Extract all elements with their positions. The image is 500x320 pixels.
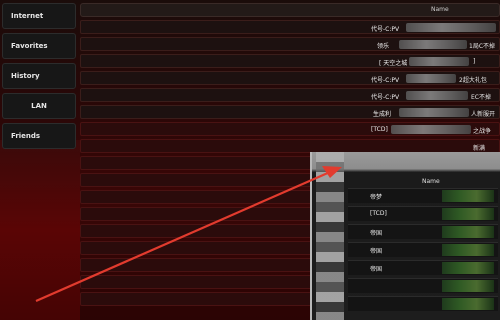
server-name-tail: 1局C不掉 [469, 43, 496, 50]
overlay-server-row[interactable]: 帝国 [348, 260, 498, 275]
sidebar-item-history[interactable]: History [2, 63, 76, 89]
server-name-tail: ] [473, 58, 476, 65]
server-name: 代号-C:PV [371, 94, 400, 101]
overlay-server-row[interactable]: 帝国 [348, 242, 498, 257]
server-name-tail: 人新服开 [471, 111, 496, 118]
server-row[interactable]: 生成利 人新服开 [80, 105, 500, 119]
background-glow [0, 140, 80, 320]
overlay-server-name: [TCD] [370, 210, 387, 217]
server-name: 代号-C:PV [371, 26, 400, 33]
overlay-sidebar-strip [316, 152, 344, 320]
blurred-text [391, 125, 471, 134]
overlay-server-name: 帝国 [370, 266, 383, 273]
blurred-text [406, 74, 456, 83]
sidebar-item-label: Internet [11, 12, 44, 20]
overlay-server-name: 帝国 [370, 248, 383, 255]
server-row[interactable]: 代号-C:PV EC不掉 [80, 88, 500, 102]
blurred-image [442, 208, 494, 220]
server-row[interactable]: 新满 [80, 139, 500, 153]
server-name: 代号-C:PV [371, 77, 400, 84]
blurred-text [409, 57, 469, 66]
overlay-server-row[interactable] [348, 296, 498, 311]
server-name: 生成利 [373, 111, 392, 118]
overlay-server-row[interactable]: [TCD] [348, 206, 498, 221]
sidebar: Internet Favorites History LAN Friends [2, 3, 76, 153]
sidebar-item-favorites[interactable]: Favorites [2, 33, 76, 59]
server-name-tail: EC不掉 [471, 94, 491, 101]
sidebar-item-friends[interactable]: Friends [2, 123, 76, 149]
blurred-image [442, 190, 494, 202]
sidebar-item-lan[interactable]: LAN [2, 93, 76, 119]
sidebar-item-label: Friends [11, 132, 41, 140]
server-name-tail: 之战争 [473, 128, 492, 135]
server-name: 领乐 [377, 43, 390, 50]
server-name-tail: 新满 [473, 145, 486, 152]
server-row[interactable]: [ 天空之城 ] [80, 54, 500, 68]
sidebar-item-internet[interactable]: Internet [2, 3, 76, 29]
blurred-image [442, 280, 494, 292]
blurred-text [399, 108, 469, 117]
overlay-server-name: 帝国 [370, 230, 383, 237]
blurred-image [442, 262, 494, 274]
server-row[interactable]: 领乐 1局C不掉 [80, 37, 500, 51]
blurred-text [406, 23, 496, 32]
server-row[interactable]: 代号-C:PV 2超大礼包 [80, 71, 500, 85]
server-name: [ 天空之城 [379, 60, 408, 67]
blurred-text [406, 91, 468, 100]
blurred-image [442, 298, 494, 310]
overlay-server-row[interactable]: 帝国 [348, 224, 498, 239]
server-name: [TCD] [371, 126, 388, 133]
column-header-label: Name [431, 6, 449, 13]
overlay-server-name: 帝梦 [370, 194, 383, 201]
overlay-column-header: Name [422, 178, 440, 185]
server-row[interactable]: [TCD] 之战争 [80, 122, 500, 136]
sidebar-item-label: History [11, 72, 40, 80]
server-name-tail: 2超大礼包 [459, 77, 487, 84]
blurred-image [442, 244, 494, 256]
server-browser-window: Internet Favorites History LAN Friends N… [0, 0, 500, 320]
column-header-name[interactable]: Name [80, 3, 500, 17]
overlay-server-row[interactable]: 帝梦 [348, 188, 498, 203]
sidebar-item-label: Favorites [11, 42, 48, 50]
overlay-server-row[interactable] [348, 278, 498, 293]
overlay-window: Name 帝梦 [TCD] 帝国 帝国 帝国 [310, 152, 500, 320]
blurred-image [442, 226, 494, 238]
sidebar-item-label: LAN [31, 102, 47, 110]
server-row[interactable]: 代号-C:PV [80, 20, 500, 34]
blurred-text [399, 40, 467, 49]
